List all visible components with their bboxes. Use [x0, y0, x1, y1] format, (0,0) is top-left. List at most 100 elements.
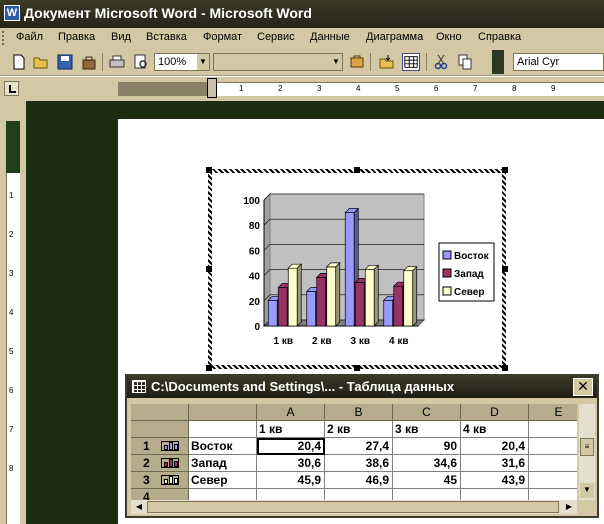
table-cell[interactable] — [529, 438, 577, 455]
select-all-corner[interactable] — [131, 404, 189, 421]
column-header-e[interactable]: E — [529, 404, 577, 421]
series-label-cell[interactable]: Восток — [189, 438, 257, 455]
category-cell[interactable]: 2 кв — [325, 421, 393, 438]
menu-format[interactable]: Формат — [203, 31, 242, 43]
table-cell[interactable]: 43,9 — [461, 472, 529, 489]
zoom-combobox[interactable]: 100% ▼ — [154, 53, 210, 71]
legend-swatch — [442, 250, 452, 260]
chart-canvas[interactable]: 0 20 40 60 80 100 1 кв 2 кв 3 кв 4 кв Восток Запад С… — [212, 173, 502, 365]
column-header-c[interactable]: C — [393, 404, 461, 421]
resize-handle[interactable] — [206, 167, 212, 173]
resize-handle[interactable] — [354, 365, 360, 371]
column-header-b[interactable]: B — [325, 404, 393, 421]
menu-help[interactable]: Справка — [478, 31, 521, 43]
datasheet-title-bar[interactable]: C:\Documents and Settings\... - Таблица … — [127, 376, 597, 398]
series-label-cell[interactable]: Север — [189, 472, 257, 489]
row-header-categories[interactable] — [131, 421, 189, 438]
table-cell[interactable] — [461, 489, 529, 500]
table-cell[interactable]: 46,9 — [325, 472, 393, 489]
import-file-icon[interactable] — [378, 53, 396, 71]
bar-front — [354, 282, 365, 327]
table-cell[interactable] — [529, 472, 577, 489]
table-cell[interactable]: 20,4 — [257, 438, 325, 455]
column-header-a[interactable]: A — [257, 404, 325, 421]
toolbar-chevron-grip[interactable] — [492, 50, 504, 74]
series-label-cell[interactable]: Запад — [189, 455, 257, 472]
ruler-number: 1 — [239, 84, 244, 93]
save-icon[interactable] — [56, 53, 74, 71]
chart-objects-combobox[interactable]: ▼ — [213, 53, 343, 71]
menu-data[interactable]: Данные — [310, 31, 350, 43]
format-selected-object-icon[interactable] — [348, 53, 366, 71]
menu-file[interactable]: Файл — [16, 31, 43, 43]
open-folder-icon[interactable] — [32, 53, 50, 71]
row-header[interactable]: 4 — [131, 489, 189, 500]
ruler-number: 4 — [356, 84, 361, 93]
vertical-ruler[interactable]: 1 2 3 4 5 6 7 8 — [6, 121, 20, 524]
menu-window[interactable]: Окно — [436, 31, 462, 43]
scrollbar-thumb[interactable]: ≡ — [580, 438, 594, 456]
row-header[interactable]: 2 — [131, 455, 189, 472]
resize-handle[interactable] — [206, 365, 212, 371]
print-icon[interactable] — [108, 53, 126, 71]
table-cell[interactable]: 20,4 — [461, 438, 529, 455]
print-preview-icon[interactable] — [132, 53, 150, 71]
resize-handle[interactable] — [354, 167, 360, 173]
permission-icon[interactable] — [80, 53, 98, 71]
menu-view[interactable]: Вид — [111, 31, 131, 43]
menu-tools[interactable]: Сервис — [257, 31, 295, 43]
menubar-grip[interactable] — [2, 31, 6, 45]
indent-marker[interactable] — [207, 78, 217, 98]
table-cell[interactable]: 30,6 — [257, 455, 325, 472]
category-cell[interactable]: 3 кв — [393, 421, 461, 438]
view-datasheet-icon[interactable] — [402, 53, 420, 71]
menu-edit[interactable]: Правка — [58, 31, 95, 43]
scroll-left-arrow-icon[interactable]: ◀ — [133, 500, 145, 514]
cut-icon[interactable] — [432, 53, 450, 71]
vertical-scrollbar[interactable]: ≡ ▼ — [579, 404, 595, 500]
table-cell[interactable] — [257, 489, 325, 500]
table-cell[interactable]: 38,6 — [325, 455, 393, 472]
scroll-down-arrow-icon[interactable]: ▼ — [580, 483, 594, 498]
copy-icon[interactable] — [456, 53, 474, 71]
table-cell[interactable]: 45,9 — [257, 472, 325, 489]
table-cell[interactable]: 34,6 — [393, 455, 461, 472]
table-cell[interactable] — [325, 489, 393, 500]
column-header-blank[interactable] — [189, 404, 257, 421]
scroll-right-arrow-icon[interactable]: ▶ — [563, 500, 575, 514]
chart-objects-dropdown-arrow-icon[interactable]: ▼ — [330, 54, 342, 70]
resize-handle[interactable] — [206, 266, 212, 272]
table-cell[interactable] — [529, 489, 577, 500]
category-cell[interactable]: 1 кв — [257, 421, 325, 438]
close-icon[interactable]: ✕ — [573, 378, 593, 396]
font-combobox[interactable]: Arial Cyr — [513, 53, 604, 71]
menu-bar: Файл Правка Вид Вставка Формат Сервис Да… — [0, 28, 604, 48]
horizontal-scrollbar[interactable]: ◀ ▶ — [131, 500, 577, 514]
word-app-icon[interactable]: W — [4, 5, 20, 21]
table-cell[interactable] — [189, 421, 257, 438]
table-cell[interactable]: 27,4 — [325, 438, 393, 455]
table-cell[interactable] — [393, 489, 461, 500]
resize-handle[interactable] — [502, 167, 508, 173]
row-number: 4 — [143, 490, 150, 500]
table-cell[interactable] — [189, 489, 257, 500]
column-header-d[interactable]: D — [461, 404, 529, 421]
bar-side — [373, 264, 379, 327]
tab-stop-selector-icon[interactable] — [4, 81, 19, 96]
menu-chart[interactable]: Диаграмма — [366, 31, 423, 43]
row-header[interactable]: 1 — [131, 438, 189, 455]
chart-object-frame[interactable]: 0 20 40 60 80 100 1 кв 2 кв 3 кв 4 кв Восток Запад С… — [208, 169, 506, 369]
new-document-icon[interactable] — [10, 53, 28, 71]
row-header[interactable]: 3 — [131, 472, 189, 489]
table-cell[interactable]: 31,6 — [461, 455, 529, 472]
table-cell[interactable] — [529, 455, 577, 472]
table-cell[interactable]: 90 — [393, 438, 461, 455]
table-cell[interactable]: 45 — [393, 472, 461, 489]
zoom-dropdown-arrow-icon[interactable]: ▼ — [197, 54, 209, 70]
menu-insert[interactable]: Вставка — [146, 31, 187, 43]
resize-handle[interactable] — [502, 365, 508, 371]
category-cell[interactable]: 4 кв — [461, 421, 529, 438]
table-cell[interactable] — [529, 421, 577, 438]
scrollbar-thumb[interactable] — [147, 501, 559, 513]
resize-handle[interactable] — [502, 266, 508, 272]
